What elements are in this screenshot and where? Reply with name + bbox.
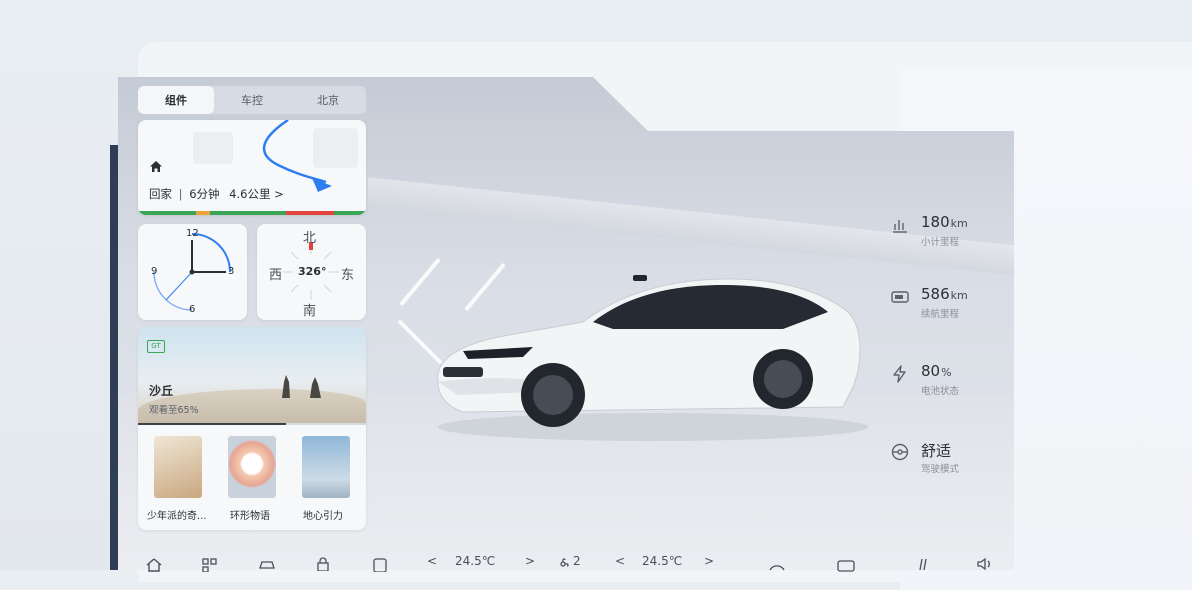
fan-level: 2 <box>573 554 581 568</box>
lock-icon[interactable] <box>316 557 330 571</box>
navigation-card[interactable]: 回家 | 6分钟 4.6公里 > <box>138 120 366 215</box>
compass-widget[interactable]: 北 南 西 东 326° <box>257 224 366 320</box>
clock-3: 3 <box>228 266 235 277</box>
tab-beijing[interactable]: 北京 <box>290 86 366 114</box>
stat-label: 小计里程 <box>921 237 960 248</box>
stat-value: 586 <box>921 285 950 303</box>
screen-edge <box>110 145 118 570</box>
volume-icon[interactable] <box>976 557 994 571</box>
clock-9: 9 <box>151 266 158 277</box>
compass-north: 北 <box>303 231 317 246</box>
right-temperature: 24.5℃ <box>642 554 683 568</box>
nav-separator: | <box>178 187 183 201</box>
chevron-right-icon: > <box>274 187 284 201</box>
media-progress-fill <box>138 423 287 425</box>
left-temperature: 24.5℃ <box>455 554 496 568</box>
media-item-label: 少年派的奇... <box>147 511 207 522</box>
stat-value: 舒适 <box>921 442 952 460</box>
right-temp-increase[interactable]: > <box>704 554 714 568</box>
clock-6: 6 <box>189 304 196 315</box>
navigation-summary: 回家 | 6分钟 4.6公里 > <box>149 186 284 202</box>
stat-label: 续航里程 <box>921 309 960 320</box>
bottom-dock: < 24.5℃ > 2 < 24.5℃ > <box>118 548 1014 572</box>
compass-south: 南 <box>303 304 317 319</box>
media-progress-text: 观看至65% <box>149 405 199 416</box>
tab-vehicle-control[interactable]: 车控 <box>214 86 290 114</box>
widget-tabs: 组件 车控 北京 <box>138 86 366 114</box>
left-temp-increase[interactable]: > <box>525 554 535 568</box>
media-thumbnail[interactable] <box>154 436 202 498</box>
media-thumbnail[interactable] <box>228 436 276 498</box>
nav-distance: 4.6公里 <box>229 187 271 201</box>
stat-label: 电池状态 <box>921 386 960 397</box>
nav-destination: 回家 <box>149 187 172 201</box>
stat-unit: km <box>950 289 968 302</box>
bar-chart-icon <box>893 220 907 233</box>
seat-heat-icon[interactable] <box>916 557 930 571</box>
media-progress-bar <box>138 423 366 425</box>
stat-unit: km <box>950 217 968 230</box>
left-temp-decrease[interactable]: < <box>427 554 437 568</box>
battery-range-icon <box>891 291 909 303</box>
right-temp-decrease[interactable]: < <box>615 554 625 568</box>
media-item-label: 环形物语 <box>230 511 270 522</box>
walkers-figure <box>282 375 321 398</box>
traffic-bar <box>138 211 366 215</box>
media-hero-image[interactable]: GT 沙丘 观看至65% <box>138 327 366 425</box>
scene-rail <box>368 177 1014 277</box>
home-icon <box>150 161 162 172</box>
compass-west: 西 <box>269 268 283 283</box>
media-widget[interactable]: GT 沙丘 观看至65% 少年派的奇... 环形物语 地心引力 <box>138 327 366 530</box>
media-app-badge: GT <box>147 340 165 353</box>
tab-widgets[interactable]: 组件 <box>138 86 214 114</box>
media-item-label: 地心引力 <box>303 511 343 522</box>
compass-heading: 326° <box>298 265 327 278</box>
car-illustration <box>437 275 868 441</box>
lightning-icon <box>893 365 906 383</box>
compass-east: 东 <box>341 268 355 283</box>
stat-unit: % <box>941 366 952 379</box>
fan-icon[interactable] <box>556 557 570 571</box>
nav-eta: 6分钟 <box>189 187 220 201</box>
stat-value: 80 <box>921 362 941 380</box>
stat-value: 180 <box>921 213 950 231</box>
media-thumbnail[interactable] <box>302 436 350 498</box>
stat-label: 驾驶模式 <box>921 464 960 475</box>
clock-12: 12 <box>186 228 199 239</box>
steering-wheel-icon <box>891 443 909 461</box>
media-title: 沙丘 <box>149 384 174 398</box>
clock-widget[interactable]: 12 3 6 9 <box>138 224 247 320</box>
